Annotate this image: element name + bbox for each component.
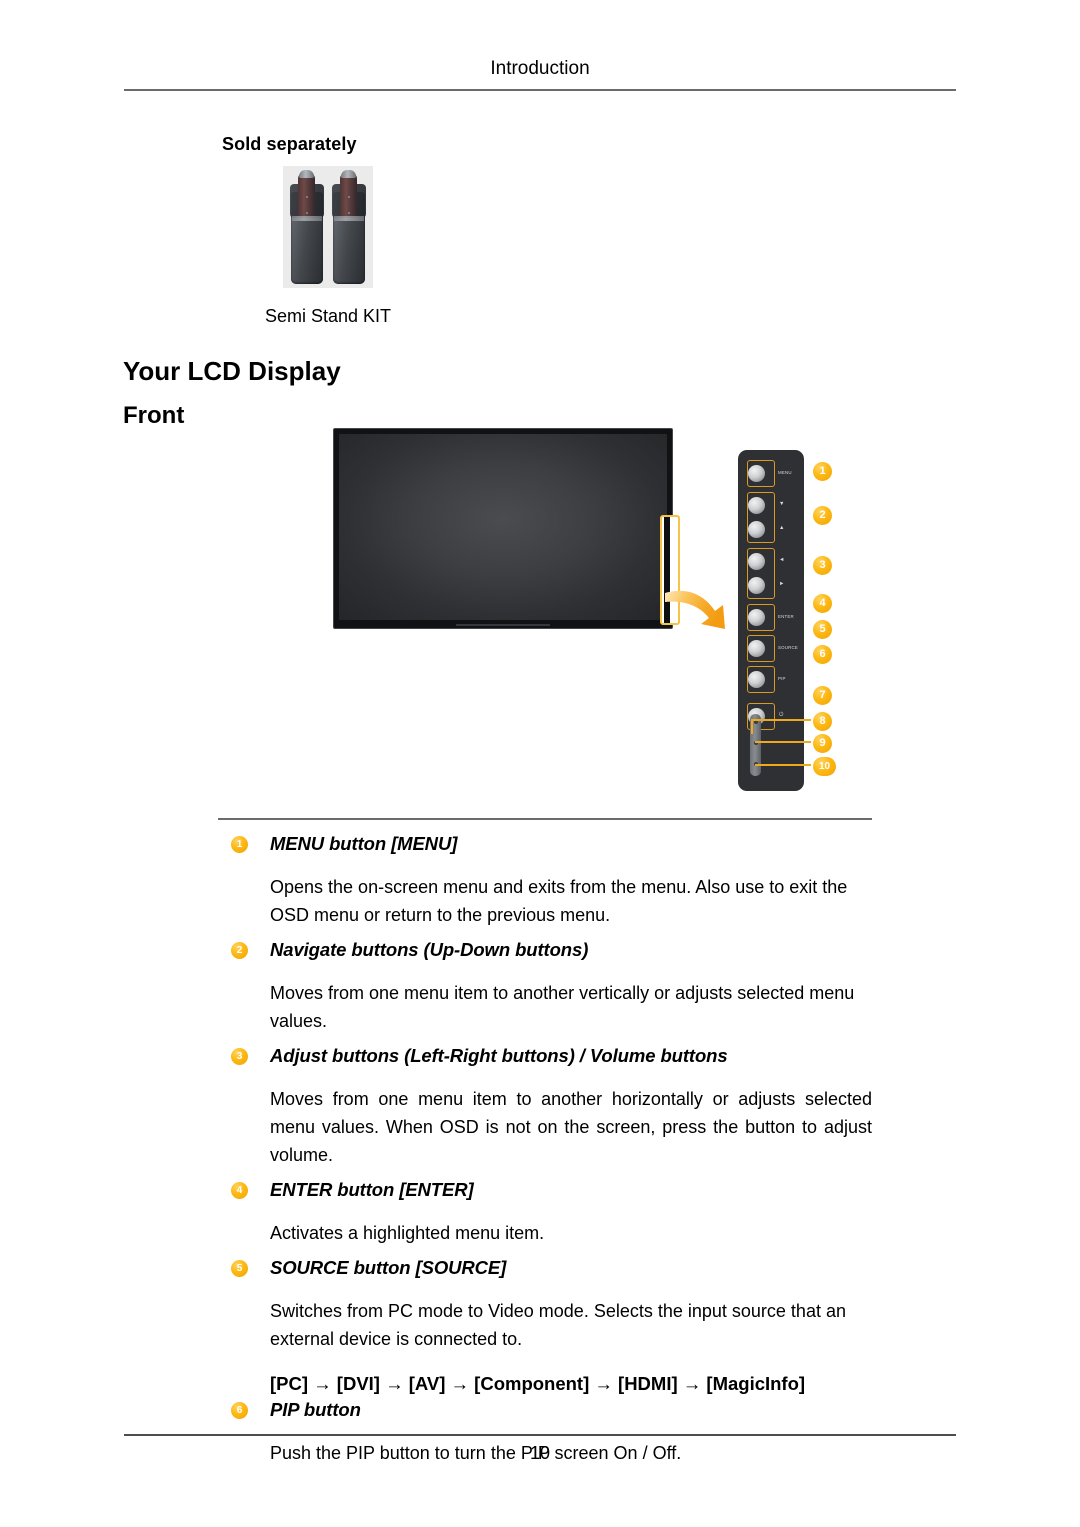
description-title-1: MENU button [MENU] bbox=[270, 833, 458, 854]
sold-separately-heading: Sold separately bbox=[222, 134, 357, 154]
description-item-4: 4 ENTER button [ENTER] bbox=[218, 1179, 872, 1205]
description-badge-4: 4 bbox=[231, 1182, 248, 1199]
description-item-6: 6 PIP button bbox=[218, 1399, 872, 1425]
page-header-title: Introduction bbox=[490, 58, 590, 79]
description-title-6: PIP button bbox=[270, 1399, 361, 1420]
page-number: 10 bbox=[529, 1443, 551, 1463]
callout-badge-7: 7 bbox=[813, 686, 832, 705]
heading-your-lcd-display: Your LCD Display bbox=[123, 356, 341, 386]
pip-button-label: PIP bbox=[778, 676, 786, 681]
callout-badge-5: 5 bbox=[813, 620, 832, 639]
stand-screw bbox=[306, 212, 308, 214]
description-item-2: 2 Navigate buttons (Up-Down buttons) bbox=[218, 939, 872, 965]
chevron-up-icon: ▲ bbox=[779, 525, 785, 531]
callout-badge-6: 6 bbox=[813, 645, 832, 664]
semi-stand-kit-photo bbox=[283, 166, 373, 288]
front-control-panel: MENU ▼ ▲ ◄ ► ENTER SOURCE PIP ⏻ bbox=[738, 450, 804, 791]
description-body-4: Activates a highlighted menu item. bbox=[270, 1223, 545, 1243]
menu-button[interactable] bbox=[748, 465, 765, 482]
stand-neck-cap bbox=[299, 170, 314, 178]
descriptions-divider bbox=[218, 818, 872, 820]
enter-button-label: ENTER bbox=[778, 614, 794, 619]
chevron-right-icon: ► bbox=[779, 581, 785, 587]
source-button[interactable] bbox=[748, 640, 765, 657]
monitor-stand-foot bbox=[455, 624, 551, 626]
left-button[interactable] bbox=[748, 553, 765, 570]
menu-button-label: MENU bbox=[778, 470, 792, 475]
right-button[interactable] bbox=[748, 577, 765, 594]
enter-button[interactable] bbox=[748, 609, 765, 626]
source-button-label: SOURCE bbox=[778, 645, 798, 650]
leader-line-9 bbox=[755, 741, 811, 743]
description-item-1: 1 MENU button [MENU] bbox=[218, 833, 872, 859]
stand-collar bbox=[292, 216, 322, 221]
lcd-screen bbox=[339, 434, 667, 620]
down-button[interactable] bbox=[748, 497, 765, 514]
description-title-3: Adjust buttons (Left-Right buttons) / Vo… bbox=[270, 1045, 728, 1066]
description-badge-3: 3 bbox=[231, 1048, 248, 1065]
up-button[interactable] bbox=[748, 521, 765, 538]
description-body-3: Moves from one menu item to another hori… bbox=[270, 1089, 872, 1165]
pip-button[interactable] bbox=[748, 671, 765, 688]
stand-neck bbox=[298, 172, 315, 216]
stand-leg-right bbox=[331, 170, 367, 284]
description-item-3: 3 Adjust buttons (Left-Right buttons) / … bbox=[218, 1045, 872, 1071]
description-badge-6: 6 bbox=[231, 1402, 248, 1419]
description-body-2: Moves from one menu item to another vert… bbox=[270, 983, 855, 1031]
heading-front: Front bbox=[123, 402, 185, 429]
callout-badge-8: 8 bbox=[813, 712, 832, 731]
callout-badge-10: 10 bbox=[813, 757, 836, 776]
semi-stand-kit-caption: Semi Stand KIT bbox=[264, 306, 392, 326]
stand-collar bbox=[334, 216, 364, 221]
description-title-5: SOURCE button [SOURCE] bbox=[270, 1257, 507, 1278]
power-icon: ⏻ bbox=[779, 712, 784, 718]
header-divider bbox=[124, 89, 956, 91]
source-input-chain: [PC] → [DVI] → [AV] → [Component] → [HDM… bbox=[270, 1373, 806, 1394]
leader-line-10 bbox=[755, 764, 811, 766]
stand-neck-cap bbox=[341, 170, 356, 178]
leader-tick-8 bbox=[751, 720, 753, 734]
stand-neck bbox=[340, 172, 357, 216]
stand-screw bbox=[306, 196, 308, 198]
description-badge-5: 5 bbox=[231, 1260, 248, 1277]
description-body-1: Opens the on-screen menu and exits from … bbox=[270, 877, 848, 925]
chevron-left-icon: ◄ bbox=[779, 557, 785, 563]
leader-line-8 bbox=[751, 719, 811, 721]
description-item-5: 5 SOURCE button [SOURCE] bbox=[218, 1257, 872, 1283]
callout-badge-1: 1 bbox=[813, 462, 832, 481]
callout-badge-3: 3 bbox=[813, 556, 832, 575]
callout-badge-9: 9 bbox=[813, 734, 832, 753]
description-badge-2: 2 bbox=[231, 942, 248, 959]
description-badge-1: 1 bbox=[231, 836, 248, 853]
lcd-display-front-view bbox=[333, 428, 673, 629]
callout-badge-4: 4 bbox=[813, 594, 832, 613]
stand-leg-left bbox=[289, 170, 325, 284]
description-title-2: Navigate buttons (Up-Down buttons) bbox=[270, 939, 589, 960]
callout-badge-2: 2 bbox=[813, 506, 832, 525]
footer-divider bbox=[124, 1434, 956, 1436]
button-description-list: 1 MENU button [MENU] Opens the on-screen… bbox=[218, 830, 872, 1477]
stand-screw bbox=[348, 196, 350, 198]
description-title-4: ENTER button [ENTER] bbox=[270, 1179, 474, 1200]
chevron-down-icon: ▼ bbox=[779, 501, 785, 507]
stand-screw bbox=[348, 212, 350, 214]
description-body-5: Switches from PC mode to Video mode. Sel… bbox=[270, 1301, 846, 1349]
